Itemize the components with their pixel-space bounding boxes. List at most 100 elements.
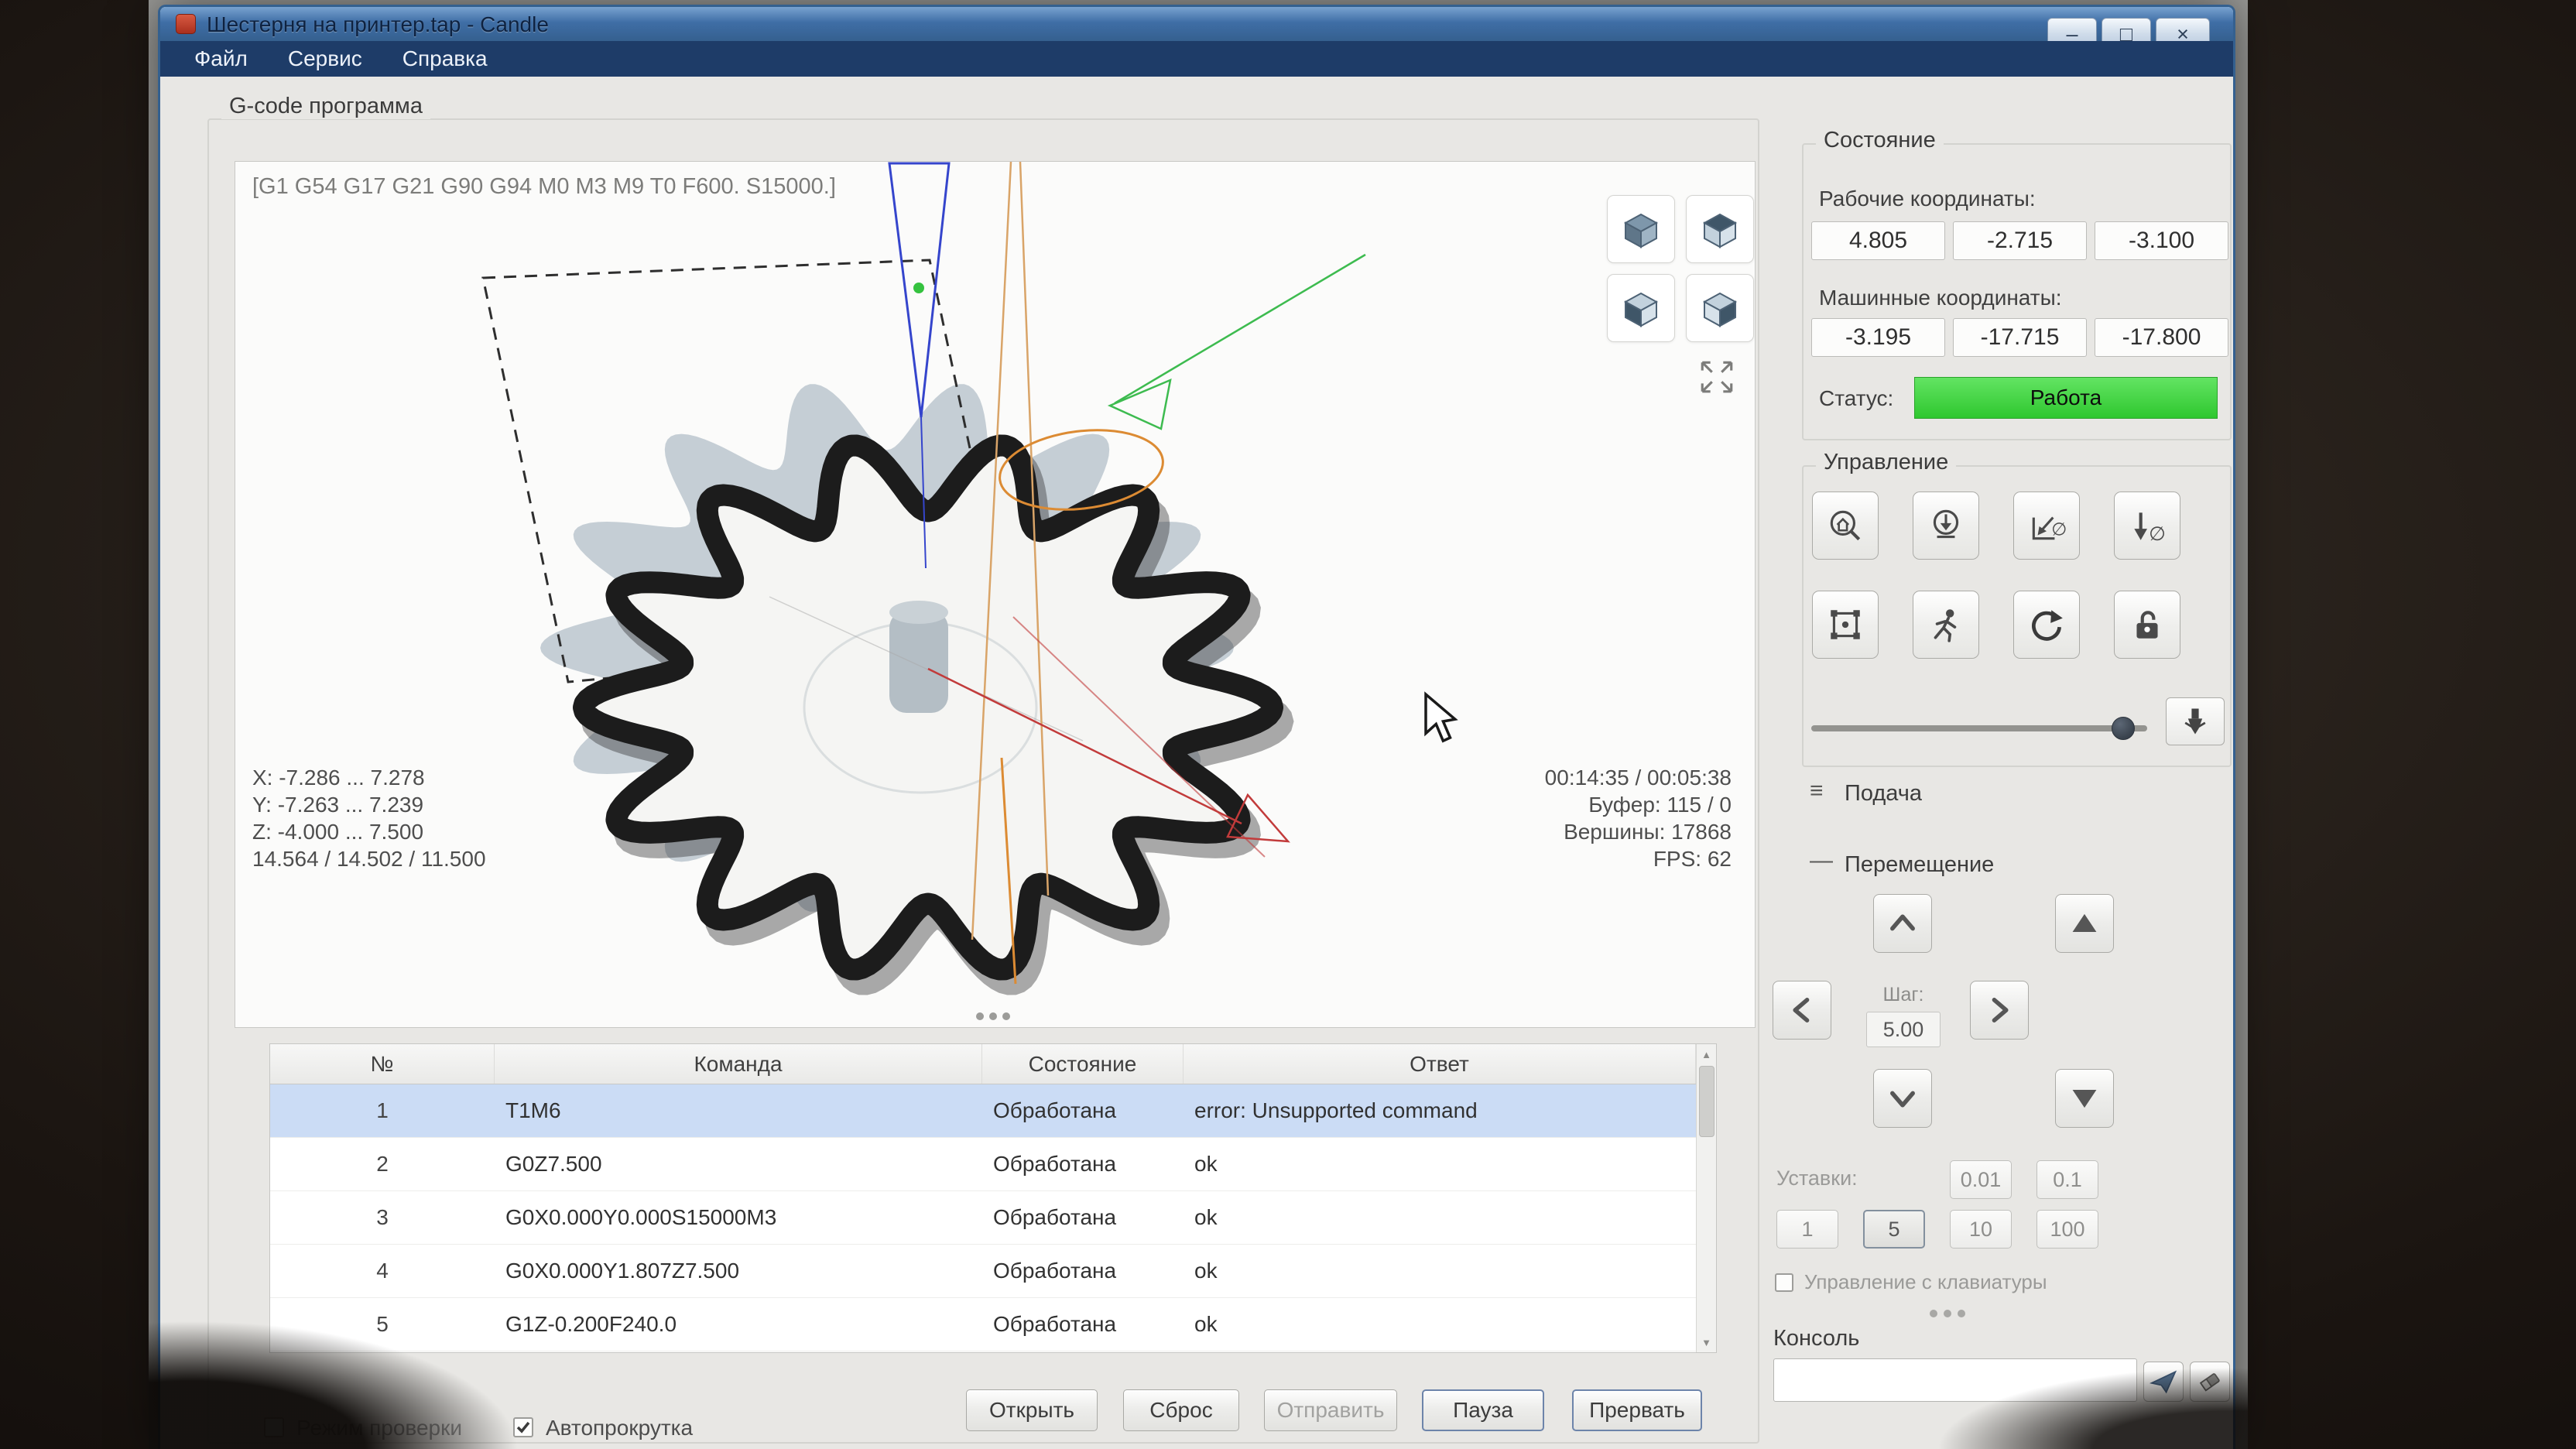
candle-window: Шестерня на принтер.tap - Candle – □ × Ф…: [158, 5, 2235, 1449]
mouse-cursor: [1426, 694, 1455, 741]
collapse-icon[interactable]: —: [1810, 848, 1833, 874]
z-probe-button[interactable]: [1913, 492, 1979, 560]
row-number: 3: [270, 1191, 495, 1244]
unlock-button[interactable]: [2114, 591, 2180, 659]
abort-button[interactable]: Прервать: [1572, 1389, 1702, 1431]
step-preset-01-button[interactable]: 0.1: [2036, 1160, 2098, 1199]
home-search-icon: [1826, 506, 1865, 545]
work-coords-label: Рабочие координаты:: [1819, 187, 2036, 211]
jog-up-button[interactable]: [1873, 894, 1932, 953]
fps-stat: FPS: 62: [1653, 845, 1732, 872]
table-row[interactable]: 4 G0X0.000Y1.807Z7.500 Обработана ok: [270, 1245, 1696, 1298]
zero-xy-button[interactable]: ∅: [2013, 492, 2080, 560]
expand-arrows-icon: [1697, 358, 1736, 396]
step-preset-10-button[interactable]: 10: [1950, 1210, 2012, 1249]
z-up-button[interactable]: [2055, 894, 2114, 953]
check-mode-checkbox[interactable]: [264, 1417, 284, 1437]
table-row[interactable]: 1 T1M6 Обработана error: Unsupported com…: [270, 1084, 1696, 1138]
scroll-up-button[interactable]: ▲: [1697, 1044, 1716, 1064]
spindle-speed-slider[interactable]: [1811, 725, 2147, 731]
column-response[interactable]: Ответ: [1184, 1044, 1696, 1084]
bounds-z: Z: -4.000 ... 7.500: [252, 818, 423, 845]
table-row[interactable]: 3 G0X0.000Y0.000S15000M3 Обработана ok: [270, 1191, 1696, 1245]
reset-button[interactable]: Сброс: [1123, 1389, 1239, 1431]
zero-xy-icon: ∅: [2027, 506, 2066, 545]
center-hub: [889, 611, 948, 713]
jog-section-title[interactable]: Перемещение: [1845, 852, 1994, 878]
bounds-x: X: -7.286 ... 7.278: [252, 764, 425, 791]
column-state[interactable]: Состояние: [982, 1044, 1184, 1084]
jog-right-button[interactable]: [1970, 981, 2029, 1040]
scroll-down-button[interactable]: ▼: [1697, 1332, 1716, 1352]
column-command[interactable]: Команда: [495, 1044, 982, 1084]
console-input[interactable]: [1773, 1358, 2137, 1402]
row-state: Обработана: [982, 1138, 1184, 1190]
check-mode-label: Режим проверки: [296, 1416, 462, 1440]
open-button[interactable]: Открыть: [966, 1389, 1098, 1431]
column-number[interactable]: №: [270, 1044, 495, 1084]
row-command: T1M6: [495, 1084, 982, 1137]
jog-down-button[interactable]: [1873, 1069, 1932, 1128]
keyboard-control-checkbox[interactable]: [1775, 1273, 1793, 1292]
row-state: Обработана: [982, 1191, 1184, 1244]
monitor-screen: Шестерня на принтер.tap - Candle – □ × Ф…: [149, 0, 2248, 1449]
row-response: error: Unsupported command: [1184, 1084, 1696, 1137]
restore-origin-button[interactable]: [1812, 591, 1879, 659]
vertices-stat: Вершины: 17868: [1564, 818, 1732, 845]
z-down-button[interactable]: [2055, 1069, 2114, 1128]
status-label: Статус:: [1819, 386, 1893, 411]
menu-help[interactable]: Справка: [382, 41, 508, 77]
feed-section-title[interactable]: Подача: [1845, 781, 1922, 807]
triangle-up-icon: [2067, 906, 2102, 940]
cube-top-icon: [1699, 208, 1741, 250]
view-side-button[interactable]: [1686, 274, 1754, 342]
console-title: Консоль: [1773, 1326, 1859, 1351]
step-value-select[interactable]: 5.00: [1866, 1012, 1941, 1047]
view-isometric-button[interactable]: [1607, 195, 1675, 263]
reset-button-icon[interactable]: [2013, 591, 2080, 659]
step-preset-5-button[interactable]: 5: [1863, 1210, 1925, 1249]
table-row[interactable]: 2 G0Z7.500 Обработана ok: [270, 1138, 1696, 1191]
step-preset-100-button[interactable]: 100: [2036, 1210, 2098, 1249]
spindle-cutter-icon: [2178, 704, 2212, 738]
titlebar[interactable]: Шестерня на принтер.tap - Candle – □ ×: [160, 7, 2233, 41]
view-top-button[interactable]: [1686, 195, 1754, 263]
hamburger-icon[interactable]: ≡: [1810, 778, 1824, 804]
spindle-button[interactable]: [2166, 697, 2225, 745]
toolpath-viewport[interactable]: [G1 G54 G17 G21 G90 G94 M0 M3 M9 T0 F600…: [235, 161, 1756, 1028]
fit-view-button[interactable]: [1694, 354, 1740, 400]
step-preset-001-button[interactable]: 0.01: [1950, 1160, 2012, 1199]
menu-file[interactable]: Файл: [174, 41, 268, 77]
row-number: 1: [270, 1084, 495, 1137]
panel-splitter[interactable]: [1927, 1307, 1968, 1321]
row-state: Обработана: [982, 1084, 1184, 1137]
jog-left-button[interactable]: [1773, 981, 1831, 1040]
work-z-field: -3.100: [2095, 221, 2228, 260]
pause-button[interactable]: Пауза: [1422, 1389, 1544, 1431]
table-row[interactable]: 5 G1Z-0.200F240.0 Обработана ok: [270, 1298, 1696, 1351]
status-badge: Работа: [1914, 377, 2218, 419]
console-send-button[interactable]: [2143, 1362, 2184, 1402]
work-y-field: -2.715: [1953, 221, 2087, 260]
padlock-icon: [2128, 605, 2167, 644]
zero-z-button[interactable]: ∅: [2114, 492, 2180, 560]
table-scrollbar[interactable]: ▲ ▼: [1696, 1044, 1716, 1352]
send-button[interactable]: Отправить: [1264, 1389, 1397, 1431]
menu-service[interactable]: Сервис: [268, 41, 382, 77]
safe-position-button[interactable]: [1913, 591, 1979, 659]
home-button[interactable]: [1812, 492, 1879, 560]
step-preset-1-button[interactable]: 1: [1776, 1210, 1838, 1249]
triangle-down-icon: [2067, 1081, 2102, 1115]
center-hub-top: [889, 601, 948, 624]
row-command: G0X0.000Y1.807Z7.500: [495, 1245, 982, 1297]
console-clear-button[interactable]: [2190, 1362, 2230, 1402]
view-front-button[interactable]: [1607, 274, 1675, 342]
tool-position-dot: [913, 283, 924, 293]
scroll-thumb[interactable]: [1699, 1066, 1714, 1137]
work-x-field: 4.805: [1811, 221, 1945, 260]
autoscroll-label: Автопрокрутка: [546, 1416, 693, 1440]
autoscroll-checkbox[interactable]: [513, 1417, 533, 1437]
row-command: G0X0.000Y0.000S15000M3: [495, 1191, 982, 1244]
running-man-icon: [1927, 605, 1965, 644]
slider-handle[interactable]: [2112, 717, 2135, 740]
